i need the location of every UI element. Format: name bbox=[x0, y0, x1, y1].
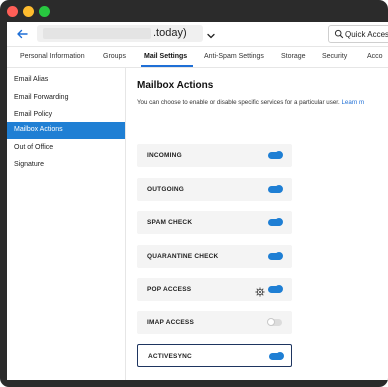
quick-access-search[interactable]: Quick Access bbox=[328, 25, 388, 43]
spam-check-toggle[interactable] bbox=[268, 218, 283, 226]
incoming-toggle[interactable] bbox=[268, 151, 283, 159]
sidebar-item-label: Email Alias bbox=[14, 76, 49, 83]
sidebar: Email Alias Email Forwarding Email Polic… bbox=[7, 68, 126, 380]
chevron-down-icon[interactable] bbox=[206, 28, 216, 39]
action-label: ACTIVESYNC bbox=[148, 353, 192, 360]
tab-personal-information[interactable]: Personal Information bbox=[20, 53, 85, 60]
sidebar-item-email-alias[interactable]: Email Alias bbox=[7, 72, 125, 89]
action-row-spam-check: SPAM CHECK bbox=[137, 211, 292, 234]
action-row-outgoing: OUTGOING bbox=[137, 178, 292, 201]
app-window: .today) Quick Access Personal Informatio… bbox=[7, 22, 388, 380]
active-tab-indicator bbox=[141, 65, 193, 67]
learn-more-link[interactable]: Learn m bbox=[341, 99, 364, 106]
tab-anti-spam-settings[interactable]: Anti-Spam Settings bbox=[204, 53, 264, 60]
close-window-button[interactable] bbox=[7, 6, 18, 17]
toggle-knob bbox=[275, 218, 283, 226]
account-domain-suffix: .today) bbox=[153, 27, 187, 39]
outgoing-toggle[interactable] bbox=[268, 185, 283, 193]
toggle-knob bbox=[275, 285, 283, 293]
sidebar-item-out-of-office[interactable]: Out of Office bbox=[7, 140, 125, 157]
account-selector[interactable]: .today) bbox=[37, 25, 203, 42]
action-label: SPAM CHECK bbox=[147, 219, 193, 226]
action-label: IMAP ACCESS bbox=[147, 319, 194, 326]
pop-access-toggle[interactable] bbox=[268, 285, 283, 293]
app-frame: .today) Quick Access Personal Informatio… bbox=[0, 0, 388, 387]
sidebar-item-label: Out of Office bbox=[14, 144, 54, 151]
activesync-toggle[interactable] bbox=[269, 352, 284, 360]
sidebar-item-label: Email Policy bbox=[14, 111, 53, 118]
gear-icon[interactable] bbox=[255, 284, 265, 297]
tab-mail-settings[interactable]: Mail Settings bbox=[144, 53, 187, 60]
action-row-imap-access: IMAP ACCESS bbox=[137, 311, 292, 334]
main-content: Mailbox Actions You can choose to enable… bbox=[137, 68, 388, 380]
action-label: OUTGOING bbox=[147, 186, 184, 193]
toggle-knob bbox=[275, 151, 283, 159]
back-arrow-icon[interactable] bbox=[15, 27, 29, 41]
sidebar-item-mailbox-actions[interactable]: Mailbox Actions bbox=[7, 122, 125, 139]
action-row-quarantine-check: QUARANTINE CHECK bbox=[137, 245, 292, 268]
page-title: Mailbox Actions bbox=[137, 80, 214, 91]
toggle-knob bbox=[275, 252, 283, 260]
imap-access-toggle[interactable] bbox=[267, 318, 282, 326]
settings-tabs: Personal Information Groups Mail Setting… bbox=[7, 47, 388, 68]
action-label: POP ACCESS bbox=[147, 286, 192, 293]
maximize-window-button[interactable] bbox=[39, 6, 50, 17]
sidebar-item-label: Mailbox Actions bbox=[14, 126, 63, 133]
quick-access-label: Quick Access bbox=[345, 30, 388, 39]
page-description: You can choose to enable or disable spec… bbox=[137, 99, 388, 106]
search-icon bbox=[334, 29, 344, 39]
tab-storage[interactable]: Storage bbox=[281, 53, 306, 60]
minimize-window-button[interactable] bbox=[23, 6, 34, 17]
toggle-knob bbox=[275, 185, 283, 193]
sidebar-item-label: Email Forwarding bbox=[14, 94, 69, 101]
top-bar: .today) Quick Access bbox=[7, 22, 388, 47]
toggle-knob bbox=[267, 318, 275, 326]
tab-groups[interactable]: Groups bbox=[103, 53, 126, 60]
tab-security[interactable]: Security bbox=[322, 53, 347, 60]
sidebar-item-label: Signature bbox=[14, 161, 44, 168]
sidebar-item-signature[interactable]: Signature bbox=[7, 157, 125, 174]
action-row-activesync: ACTIVESYNC bbox=[137, 344, 292, 367]
title-bar bbox=[0, 0, 388, 22]
quarantine-check-toggle[interactable] bbox=[268, 252, 283, 260]
action-row-incoming: INCOMING bbox=[137, 144, 292, 167]
action-label: QUARANTINE CHECK bbox=[147, 253, 219, 260]
redacted-account-name bbox=[43, 28, 151, 39]
tab-account[interactable]: Acco bbox=[367, 53, 383, 60]
sidebar-item-email-forwarding[interactable]: Email Forwarding bbox=[7, 90, 125, 107]
action-row-pop-access: POP ACCESS bbox=[137, 278, 292, 301]
toggle-knob bbox=[276, 352, 284, 360]
description-text: You can choose to enable or disable spec… bbox=[137, 99, 340, 106]
action-label: INCOMING bbox=[147, 152, 182, 159]
